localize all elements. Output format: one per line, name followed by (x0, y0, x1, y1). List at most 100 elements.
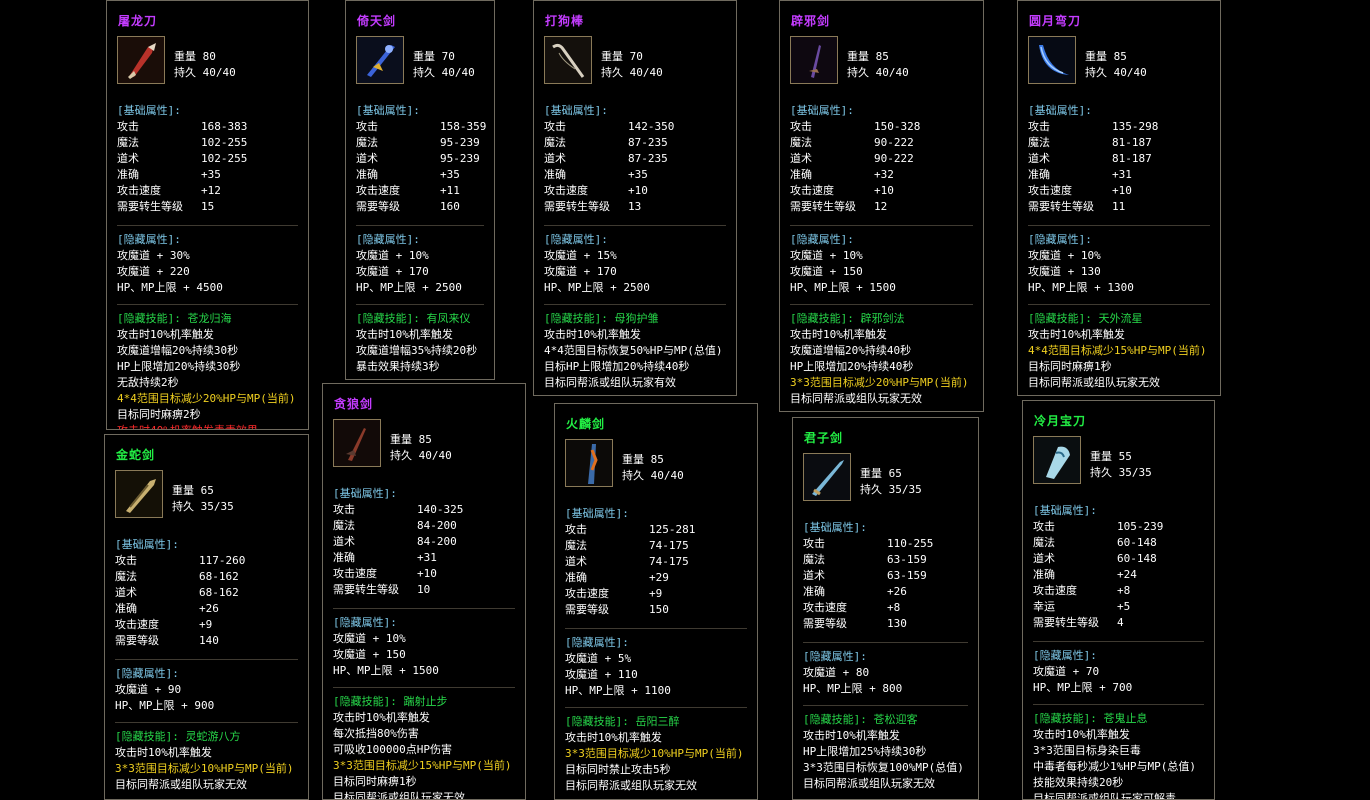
attr-value: 74-175 (649, 555, 689, 568)
attr-name: 攻击 (117, 120, 139, 133)
attr-row: 需要转生等级 4 (1033, 615, 1204, 631)
weapon-card[interactable]: 圆月弯刀 重量 85 持久 40/40 [基础属性]: 攻击 135-298 魔法 81-18… (1017, 0, 1221, 396)
attr-value: 81-187 (1112, 136, 1152, 149)
hidden-attr-line: 攻魔道 + 70 (1033, 665, 1100, 678)
attr-row: 魔法 81-187 (1028, 135, 1210, 151)
attr-row: 攻击速度 +8 (1033, 583, 1204, 599)
hidden-attr-line: HP、MP上限 + 1500 (790, 281, 896, 294)
hidden-attributes: [隐藏属性]: 攻魔道 + 30% 攻魔道 + 220 HP、MP上限 + 4500 (117, 225, 298, 296)
attr-row: 需要转生等级 13 (544, 199, 726, 215)
hidden-attributes: [隐藏属性]: 攻魔道 + 90 HP、MP上限 + 900 (115, 659, 298, 714)
attr-row: 魔法 95-239 (356, 135, 484, 151)
hidden-attr-line: 攻魔道 + 80 (803, 666, 870, 679)
weapon-card[interactable]: 屠龙刀 重量 80 持久 40/40 [基础属性]: 攻击 168-383 魔法 102-25… (106, 0, 309, 430)
attr-row: 准确 +29 (565, 570, 747, 586)
attr-row: 准确 +26 (115, 601, 298, 617)
hidden-header: [隐藏属性]: (1033, 649, 1097, 662)
attr-row: 准确 +26 (803, 584, 968, 600)
skill-line: 攻击时10%机率触发 (565, 731, 662, 744)
hidden-attr-line: HP、MP上限 + 700 (1033, 681, 1133, 694)
weapon-card[interactable]: 火麟剑 重量 85 持久 40/40 [基础属性]: 攻击 125-281 魔法 74-175… (554, 403, 758, 800)
attr-value: 84-200 (417, 519, 457, 532)
attr-row: 攻击 140-325 (333, 502, 515, 518)
skill-title: [隐藏技能]: 岳阳三醉 (565, 715, 680, 728)
base-header: [基础属性]: (333, 487, 397, 500)
hidden-attr-line: HP、MP上限 + 900 (115, 699, 215, 712)
skill-line: 3*3范围目标减少10%HP与MP(当前) (115, 762, 294, 775)
attr-value: 160 (440, 200, 460, 213)
attr-row: 攻击速度 +11 (356, 183, 484, 199)
golden-snake-sword-icon (115, 470, 163, 518)
weight-durability: 重量 55 持久 35/35 (1090, 449, 1152, 481)
weapon-card[interactable]: 倚天剑 重量 70 持久 40/40 [基础属性]: 攻击 158-359 魔法 95-239… (345, 0, 495, 380)
attr-value: +12 (201, 184, 221, 197)
attr-value: 105-239 (1117, 520, 1164, 533)
weight-text: 重量 85 (390, 433, 432, 446)
hidden-attr-line: 攻魔道 + 10% (790, 249, 863, 262)
attr-row: 道术 74-175 (565, 554, 747, 570)
hidden-attributes: [隐藏属性]: 攻魔道 + 10% 攻魔道 + 150 HP、MP上限 + 1500 (333, 608, 515, 679)
weight-durability: 重量 65 持久 35/35 (172, 483, 234, 515)
attr-row: 道术 90-222 (790, 151, 973, 167)
skill-line: 3*3范围目标身染巨毒 (1033, 744, 1141, 757)
weight-text: 重量 65 (172, 484, 214, 497)
attr-row: 攻击 117-260 (115, 553, 298, 569)
attr-name: 魔法 (333, 519, 355, 532)
weapon-card[interactable]: 金蛇剑 重量 65 持久 35/35 [基础属性]: 攻击 117-260 魔法 68-162… (104, 434, 309, 800)
weapon-name: 金蛇剑 (116, 448, 156, 462)
skill-line: 技能效果持续20秒 (1033, 776, 1124, 789)
attr-value: 142-350 (628, 120, 675, 133)
skill-line: 攻击时10%机率触发 (1033, 728, 1130, 741)
skill-line: 攻击时10%机率触发 (356, 328, 453, 341)
base-attributes: [基础属性]: 攻击 140-325 魔法 84-200 道术 84-200 准确 +31 攻击速… (333, 480, 515, 598)
skill-line: 目标同帮派或组队玩家无效 (803, 777, 935, 790)
weapon-name: 冷月宝刀 (1034, 414, 1087, 428)
durability-text: 持久 35/35 (172, 500, 234, 513)
attr-row: 需要等级 150 (565, 602, 747, 618)
base-header: [基础属性]: (117, 104, 181, 117)
hidden-attr-line: 攻魔道 + 10% (333, 632, 406, 645)
weight-durability: 重量 85 持久 40/40 (390, 432, 452, 464)
durability-text: 持久 40/40 (174, 66, 236, 79)
weapon-card[interactable]: 辟邪剑 重量 85 持久 40/40 [基础属性]: 攻击 150-328 魔法 90-222… (779, 0, 984, 412)
skill-line: 攻击时10%机率触发 (790, 328, 887, 341)
weapon-card[interactable]: 打狗棒 重量 70 持久 40/40 [基础属性]: 攻击 142-350 魔法 87-235… (533, 0, 737, 396)
attr-value: +5 (1117, 600, 1131, 613)
hidden-attr-line: HP、MP上限 + 800 (803, 682, 903, 695)
attr-row: 魔法 102-255 (117, 135, 298, 151)
attr-row: 道术 81-187 (1028, 151, 1210, 167)
weight-durability: 重量 85 持久 40/40 (622, 452, 684, 484)
weight-durability: 重量 85 持久 40/40 (847, 49, 909, 81)
skill-line: 目标同时麻痹1秒 (1028, 360, 1112, 373)
attr-row: 准确 +35 (117, 167, 298, 183)
hidden-header: [隐藏属性]: (333, 616, 397, 629)
attr-value: +35 (201, 168, 221, 181)
attr-row: 攻击速度 +9 (115, 617, 298, 633)
hidden-header: [隐藏属性]: (544, 233, 608, 246)
weapon-card[interactable]: 冷月宝刀重量 55 持久 35/35 [基础属性]: 攻击 105-239 魔法 60-14… (1022, 400, 1215, 800)
attr-value: +9 (649, 587, 663, 600)
attr-row: 魔法 74-175 (565, 538, 747, 554)
weapon-card[interactable]: 君子剑 重量 65 持久 35/35 [基础属性]: 攻击 110-255 魔法 63-159… (792, 417, 979, 800)
attr-name: 需要转生等级 (1033, 616, 1099, 629)
attr-name: 道术 (115, 586, 137, 599)
hidden-attr-line: 攻魔道 + 5% (565, 652, 632, 665)
base-attributes: [基础属性]: 攻击 110-255 魔法 63-159 道术 63-159 准确 +26 攻击速… (803, 514, 968, 632)
attr-name: 道术 (565, 555, 587, 568)
attr-row: 准确 +35 (356, 167, 484, 183)
dog-staff-icon (544, 36, 592, 84)
hidden-header: [隐藏属性]: (117, 233, 181, 246)
attr-row: 攻击速度 +10 (333, 566, 515, 582)
hidden-skill: [隐藏技能]: 踹射止步 攻击时10%机率触发 每次抵挡80%伤害 可吸收100000… (333, 687, 515, 799)
weight-durability: 重量 70 持久 40/40 (413, 49, 475, 81)
skill-title: [隐藏技能]: 辟邪剑法 (790, 312, 905, 325)
weight-text: 重量 80 (174, 50, 216, 63)
hidden-attributes: [隐藏属性]: 攻魔道 + 10% 攻魔道 + 170 HP、MP上限 + 2500 (356, 225, 484, 296)
attr-row: 准确 +31 (333, 550, 515, 566)
attr-row: 准确 +35 (544, 167, 726, 183)
attr-name: 攻击速度 (356, 184, 400, 197)
base-attributes: [基础属性]: 攻击 105-239 魔法 60-148 道术 60-148 准确 +24 攻击速… (1033, 497, 1204, 631)
attr-value: 117-260 (199, 554, 246, 567)
weapon-card[interactable]: 贪狼剑 重量 85 持久 40/40 [基础属性]: 攻击 140-325 魔法 84-200… (322, 383, 526, 800)
attr-row: 攻击 158-359 (356, 119, 486, 135)
